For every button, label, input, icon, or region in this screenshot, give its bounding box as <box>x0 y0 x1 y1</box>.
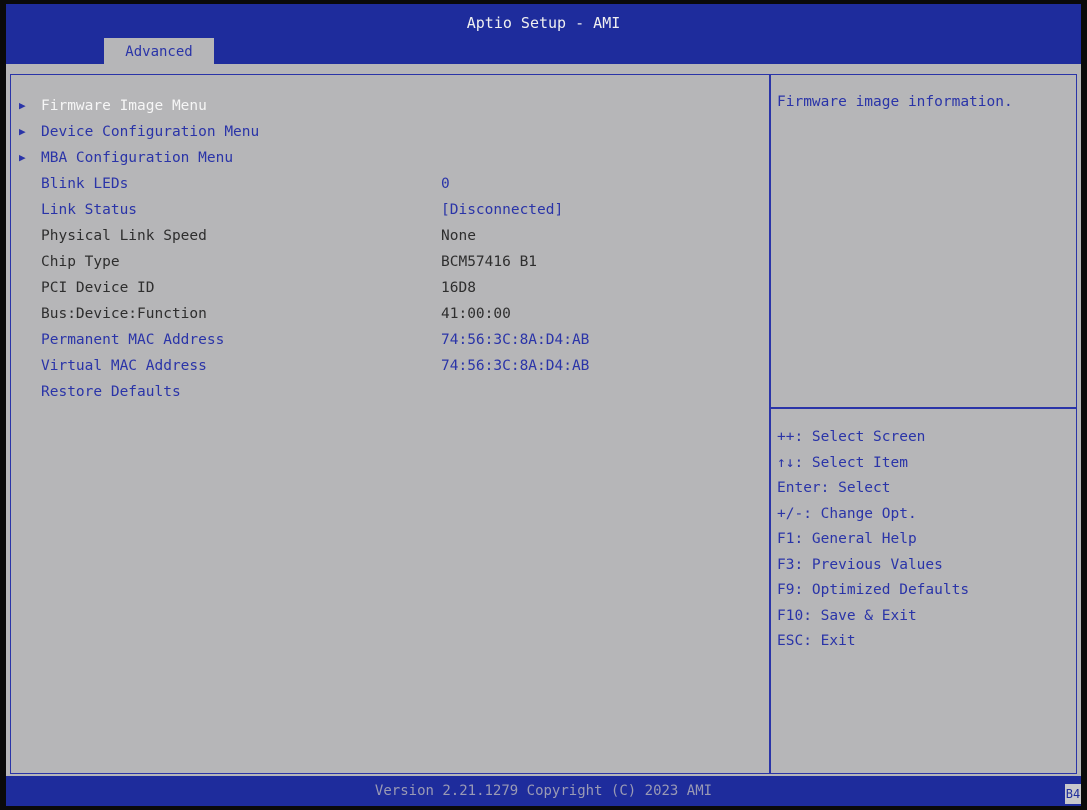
info-label: Chip Type <box>41 254 120 270</box>
info-pci-device-id: PCI Device ID 16D8 <box>11 275 769 301</box>
post-code-badge: B4 <box>1065 784 1081 804</box>
app-title: Aptio Setup - AMI <box>466 14 621 32</box>
key-legend: ++: Select Screen ↑↓: Select Item Enter:… <box>777 425 1072 655</box>
setting-label: Blink LEDs <box>41 176 129 192</box>
key-esc-exit: ESC: Exit <box>777 633 856 649</box>
setting-value[interactable]: 74:56:3C:8A:D4:AB <box>441 353 589 379</box>
key-optimized-defaults: F9: Optimized Defaults <box>777 582 970 598</box>
info-chip-type: Chip Type BCM57416 B1 <box>11 249 769 275</box>
info-physical-link-speed: Physical Link Speed None <box>11 223 769 249</box>
menu-item-label: Device Configuration Menu <box>41 124 260 140</box>
setting-blink-leds[interactable]: Blink LEDs 0 <box>11 171 769 197</box>
submenu-arrow-icon: ▶ <box>19 99 26 112</box>
key-select-item: ↑↓: Select Item <box>777 454 908 471</box>
tab-advanced[interactable]: Advanced <box>104 38 214 64</box>
info-value: None <box>441 228 476 244</box>
help-pane: Firmware image information. ++: Select S… <box>771 75 1076 773</box>
menu-item-label: Firmware Image Menu <box>41 98 207 114</box>
setting-label: Virtual MAC Address <box>41 358 207 374</box>
setting-label: Permanent MAC Address <box>41 332 225 348</box>
key-select-screen: ++: Select Screen <box>777 429 926 445</box>
bios-screen: Aptio Setup - AMI Advanced ▶ Firmware Im… <box>6 4 1081 806</box>
info-label: Bus:Device:Function <box>41 306 207 322</box>
info-label: Physical Link Speed <box>41 228 207 244</box>
help-divider <box>771 407 1076 409</box>
info-value: 16D8 <box>441 280 476 296</box>
header-bar: Aptio Setup - AMI Advanced <box>6 4 1081 64</box>
submenu-arrow-icon: ▶ <box>19 151 26 164</box>
info-bus-device-function: Bus:Device:Function 41:00:00 <box>11 301 769 327</box>
setting-value[interactable]: 74:56:3C:8A:D4:AB <box>441 327 589 353</box>
setting-value[interactable]: [Disconnected] <box>441 197 563 223</box>
setting-link-status[interactable]: Link Status [Disconnected] <box>11 197 769 223</box>
key-change-opt: +/-: Change Opt. <box>777 505 917 522</box>
main-frame: ▶ Firmware Image Menu ▶ Device Configura… <box>10 74 1077 774</box>
menu-pane: ▶ Firmware Image Menu ▶ Device Configura… <box>11 75 769 773</box>
setting-permanent-mac-address[interactable]: Permanent MAC Address 74:56:3C:8A:D4:AB <box>11 327 769 353</box>
key-save-exit: F10: Save & Exit <box>777 607 917 624</box>
setting-value[interactable]: 0 <box>441 171 450 197</box>
help-text: Firmware image information. <box>777 94 1013 110</box>
version-text: Version 2.21.1279 Copyright (C) 2023 AMI <box>374 783 713 799</box>
setting-label: Restore Defaults <box>41 384 181 400</box>
menu-item-label: MBA Configuration Menu <box>41 150 234 166</box>
menu-item-mba-configuration[interactable]: ▶ MBA Configuration Menu <box>11 145 769 171</box>
info-value: 41:00:00 <box>441 306 511 322</box>
info-label: PCI Device ID <box>41 280 155 296</box>
setting-label: Link Status <box>41 202 138 218</box>
setting-virtual-mac-address[interactable]: Virtual MAC Address 74:56:3C:8A:D4:AB <box>11 353 769 379</box>
key-general-help: F1: General Help <box>777 531 917 547</box>
submenu-arrow-icon: ▶ <box>19 125 26 138</box>
menu-item-firmware-image[interactable]: ▶ Firmware Image Menu <box>11 93 769 119</box>
key-enter-select: Enter: Select <box>777 480 891 496</box>
menu-item-device-configuration[interactable]: ▶ Device Configuration Menu <box>11 119 769 145</box>
info-value: BCM57416 B1 <box>441 254 538 270</box>
setting-restore-defaults[interactable]: Restore Defaults <box>11 379 769 405</box>
key-previous-values: F3: Previous Values <box>777 556 943 573</box>
footer-bar: Version 2.21.1279 Copyright (C) 2023 AMI… <box>6 776 1081 806</box>
